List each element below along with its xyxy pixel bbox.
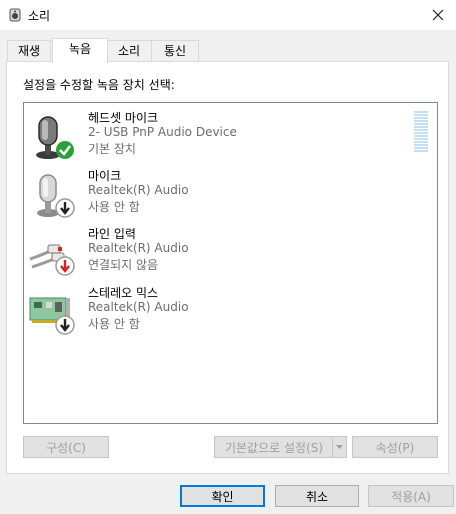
device-item-stereo-mix[interactable]: 스테레오 믹스 Realtek(R) Audio 사용 안 함	[24, 284, 404, 340]
sound-card-icon	[29, 297, 75, 335]
chevron-down-icon	[336, 445, 343, 449]
tab-communications[interactable]: 통신	[151, 40, 199, 61]
tab-sounds[interactable]: 소리	[105, 40, 153, 61]
tab-recording[interactable]: 녹음	[52, 38, 108, 63]
speaker-icon	[9, 8, 21, 22]
cancel-button[interactable]: 취소	[275, 485, 359, 507]
device-status: 연결되지 않음	[88, 258, 159, 272]
line-in-cable-icon	[29, 244, 75, 276]
device-detail: Realtek(R) Audio	[88, 241, 189, 255]
device-detail: Realtek(R) Audio	[88, 300, 189, 314]
recording-panel: 설정을 수정할 녹음 장치 선택: 헤드셋 마이크 2- USB PnP Aud…	[6, 61, 449, 474]
device-status: 사용 안 함	[88, 200, 140, 214]
device-detail: 2- USB PnP Audio Device	[88, 125, 237, 139]
device-detail: Realtek(R) Audio	[88, 183, 189, 197]
headset-mic-icon	[36, 116, 74, 159]
set-default-label: 기본값으로 설정(S)	[224, 440, 324, 455]
title-bar: 소리	[0, 0, 456, 30]
device-list[interactable]: 헤드셋 마이크 2- USB PnP Audio Device 기본 장치 마이…	[23, 102, 438, 424]
close-button[interactable]	[420, 0, 456, 30]
device-item-headset-mic[interactable]: 헤드셋 마이크 2- USB PnP Audio Device 기본 장치	[24, 109, 404, 165]
device-name: 마이크	[88, 169, 122, 183]
ok-button[interactable]: 확인	[180, 485, 265, 507]
device-status: 사용 안 함	[88, 317, 140, 331]
set-default-dropdown[interactable]	[332, 437, 346, 457]
device-name: 헤드셋 마이크	[88, 111, 159, 125]
level-meter	[414, 111, 428, 153]
window-title: 소리	[28, 9, 51, 23]
properties-button[interactable]: 속성(P)	[352, 436, 438, 458]
close-icon	[432, 9, 444, 21]
set-default-button[interactable]: 기본값으로 설정(S)	[214, 436, 347, 458]
device-name: 스테레오 믹스	[88, 286, 159, 300]
device-name: 라인 입력	[88, 227, 136, 241]
microphone-icon	[37, 174, 75, 218]
device-item-microphone[interactable]: 마이크 Realtek(R) Audio 사용 안 함	[24, 167, 404, 223]
apply-button[interactable]: 적용(A)	[368, 485, 454, 507]
tab-playback[interactable]: 재생	[7, 40, 51, 61]
instruction-label: 설정을 수정할 녹음 장치 선택:	[23, 78, 175, 92]
configure-button[interactable]: 구성(C)	[23, 436, 109, 458]
device-item-line-in[interactable]: 라인 입력 Realtek(R) Audio 연결되지 않음	[24, 225, 404, 281]
device-status: 기본 장치	[88, 142, 136, 156]
